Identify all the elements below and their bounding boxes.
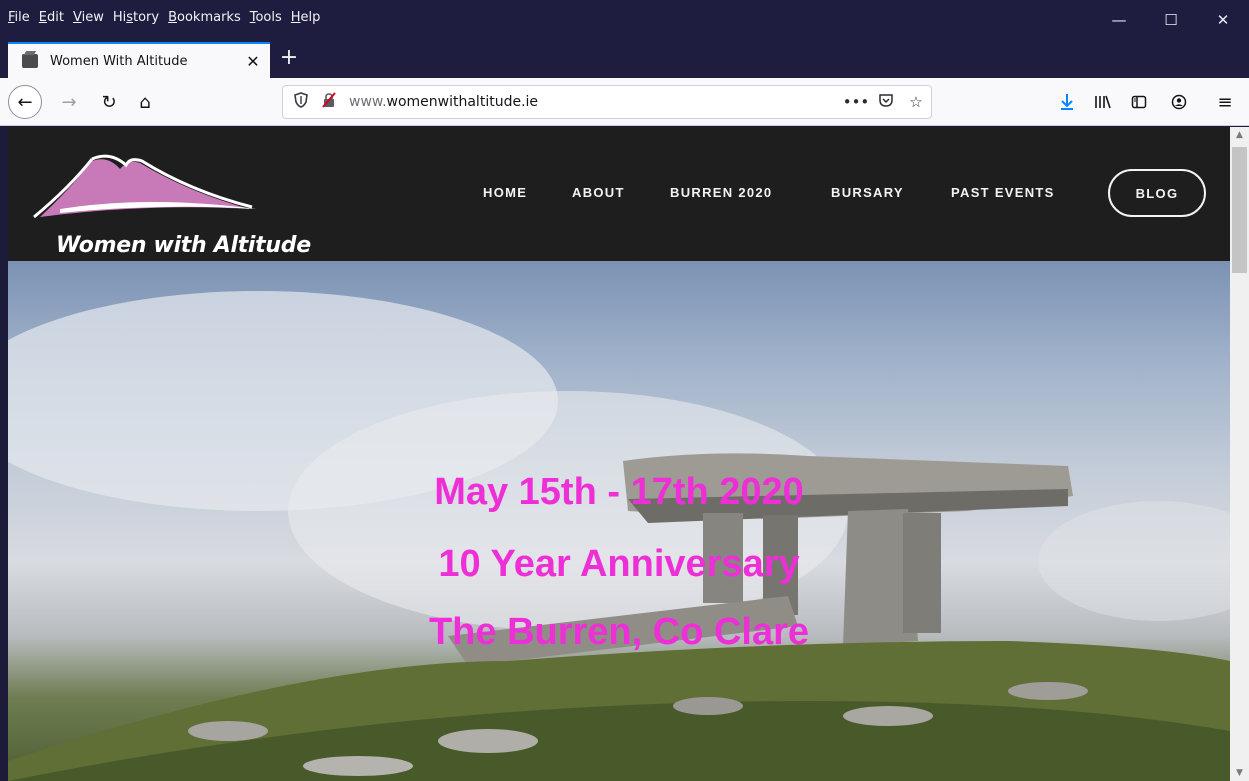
tab-women-with-altitude[interactable]: Women With Altitude ✕ xyxy=(8,42,270,78)
page-scrollbar[interactable]: ▲ ▼ xyxy=(1230,127,1249,781)
blog-button[interactable]: BLOG xyxy=(1108,169,1206,217)
menu-history[interactable]: History xyxy=(113,10,159,25)
site-logo[interactable]: Women with Altitude xyxy=(30,151,320,258)
new-tab-button[interactable]: + xyxy=(278,44,300,72)
title-bar: File Edit View History Bookmarks Tools H… xyxy=(0,0,1249,40)
hamburger-menu-icon[interactable]: ≡ xyxy=(1208,85,1242,119)
nav-home[interactable]: HOME xyxy=(483,185,527,200)
nav-burren-2020[interactable]: BURREN 2020 xyxy=(670,185,772,200)
account-icon[interactable] xyxy=(1162,85,1196,119)
dolmen-landscape-image xyxy=(8,291,1230,781)
menu-bookmarks[interactable]: Bookmarks xyxy=(168,10,241,25)
back-button[interactable]: ← xyxy=(8,85,42,119)
menu-tools[interactable]: Tools xyxy=(250,10,282,25)
nav-past-events[interactable]: PAST EVENTS xyxy=(951,185,1055,200)
nav-bursary[interactable]: BURSARY xyxy=(831,185,904,200)
bookmark-star-icon[interactable]: ☆ xyxy=(901,93,931,111)
logo-text: Women with Altitude xyxy=(56,233,311,258)
tab-title: Women With Altitude xyxy=(50,53,188,69)
hero-banner: May 15th - 17th 2020 10 Year Anniversary… xyxy=(8,261,1230,781)
page-actions-icon[interactable]: ••• xyxy=(841,93,871,111)
maximize-button[interactable]: ☐ xyxy=(1145,0,1197,40)
reload-button[interactable]: ↻ xyxy=(92,85,126,119)
site-header: Women with Altitude HOME ABOUT BURREN 20… xyxy=(8,127,1230,261)
cube-icon xyxy=(22,54,38,68)
hero-anniversary: 10 Year Anniversary xyxy=(438,543,800,585)
sidebar-icon[interactable] xyxy=(1122,85,1156,119)
menu-help[interactable]: Help xyxy=(291,10,321,25)
home-button[interactable]: ⌂ xyxy=(128,85,162,119)
library-icon[interactable] xyxy=(1086,85,1120,119)
insecure-lock-icon[interactable] xyxy=(319,92,339,112)
close-tab-icon[interactable]: ✕ xyxy=(242,52,264,71)
menu-file[interactable]: File xyxy=(8,10,30,25)
forward-button[interactable]: → xyxy=(52,85,86,119)
menu-edit[interactable]: Edit xyxy=(39,10,64,25)
tracking-shield-icon[interactable] xyxy=(291,92,311,112)
menu-bar: File Edit View History Bookmarks Tools H… xyxy=(8,10,329,25)
address-bar[interactable]: www.womenwithaltitude.ie ••• ☆ xyxy=(282,85,932,119)
scroll-up-icon[interactable]: ▲ xyxy=(1230,127,1249,143)
scroll-thumb[interactable] xyxy=(1232,147,1247,273)
menu-view[interactable]: View xyxy=(73,10,104,25)
downloads-icon[interactable] xyxy=(1050,85,1084,119)
tab-strip: Women With Altitude ✕ + xyxy=(0,40,1249,78)
url-text[interactable]: www.womenwithaltitude.ie xyxy=(349,94,841,110)
window-controls: — ☐ ✕ xyxy=(1093,0,1249,40)
close-window-button[interactable]: ✕ xyxy=(1197,0,1249,40)
navigation-toolbar: ← → ↻ ⌂ www.womenwithaltitude.ie ••• ☆ ≡ xyxy=(0,78,1249,126)
hero-location: The Burren, Co Clare xyxy=(428,611,810,653)
nav-about[interactable]: ABOUT xyxy=(572,185,625,200)
scroll-down-icon[interactable]: ▼ xyxy=(1230,765,1249,781)
minimize-button[interactable]: — xyxy=(1093,0,1145,40)
pocket-icon[interactable] xyxy=(871,92,901,112)
page-content: Women with Altitude HOME ABOUT BURREN 20… xyxy=(8,127,1230,781)
hero-dates: May 15th - 17th 2020 xyxy=(434,471,804,513)
